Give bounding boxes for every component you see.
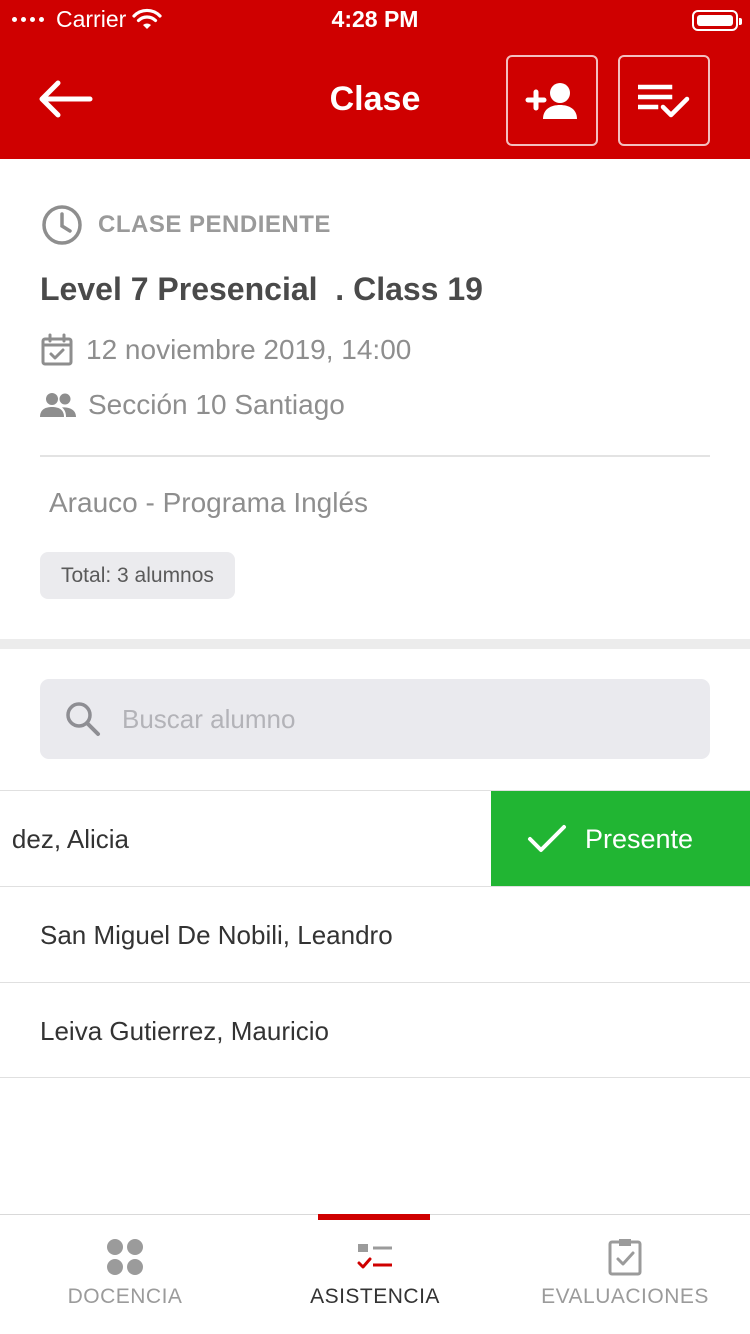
clipboard-check-icon	[608, 1239, 642, 1276]
calendar-check-icon	[41, 333, 73, 366]
class-status: CLASE PENDIENTE	[40, 203, 331, 247]
app-screen: Carrier 4:28 PM Clase CLASE PENDIENTE Le…	[0, 0, 750, 1334]
tab-evaluaciones[interactable]: EVALUACIONES	[500, 1215, 750, 1334]
info-divider	[40, 455, 710, 457]
app-header: Carrier 4:28 PM Clase	[0, 0, 750, 159]
class-date: 12 noviembre 2019, 14:00	[86, 334, 412, 365]
check-icon	[528, 825, 566, 852]
search-bar[interactable]	[40, 679, 710, 759]
search-icon	[66, 702, 100, 736]
status-bar: Carrier 4:28 PM	[0, 0, 750, 40]
tab-label: DOCENCIA	[67, 1285, 183, 1308]
search-input[interactable]	[120, 702, 680, 736]
student-row[interactable]: Leiva Gutierrez, Mauricio	[0, 982, 750, 1078]
people-icon	[40, 393, 76, 417]
tab-label: EVALUACIONES	[541, 1285, 709, 1308]
tab-label: ASISTENCIA	[310, 1285, 440, 1308]
student-name: dez, Alicia	[11, 823, 129, 854]
program-name: Arauco - Programa Inglés	[49, 487, 369, 518]
playlist-check-icon	[638, 84, 690, 117]
class-status-label: CLASE PENDIENTE	[98, 211, 331, 238]
student-list: dez, Alicia Presente San Miguel De Nobil…	[0, 790, 750, 1078]
student-name: Leiva Gutierrez, Mauricio	[40, 1015, 329, 1046]
class-section: Sección 10 Santiago	[88, 389, 345, 420]
class-title: Level 7 Presencial . Class 19	[40, 271, 483, 307]
total-students-badge: Total: 3 alumnos	[40, 552, 235, 599]
mark-present-button[interactable]: Presente	[491, 791, 750, 886]
checklist-icon	[357, 1244, 392, 1269]
tab-docencia[interactable]: DOCENCIA	[0, 1215, 250, 1334]
section-separator	[0, 639, 750, 649]
battery-icon	[692, 10, 742, 31]
grid-dots-icon	[107, 1239, 143, 1275]
class-date-row: 12 noviembre 2019, 14:00	[40, 333, 411, 367]
student-row[interactable]: dez, Alicia Presente	[0, 790, 750, 886]
attendance-list-button[interactable]	[618, 55, 710, 146]
student-name: San Miguel De Nobili, Leandro	[40, 919, 393, 950]
status-time: 4:28 PM	[331, 6, 419, 32]
student-row[interactable]: San Miguel De Nobili, Leandro	[0, 886, 750, 982]
clock-icon	[42, 205, 82, 245]
mark-present-label: Presente	[585, 823, 694, 854]
add-person-icon	[525, 82, 577, 119]
tab-asistencia[interactable]: ASISTENCIA	[250, 1215, 500, 1334]
class-section-row: Sección 10 Santiago	[40, 389, 345, 421]
bottom-tab-bar: DOCENCIA ASISTENCIA EVALUACIONES	[0, 1214, 750, 1334]
add-student-button[interactable]	[506, 55, 598, 146]
